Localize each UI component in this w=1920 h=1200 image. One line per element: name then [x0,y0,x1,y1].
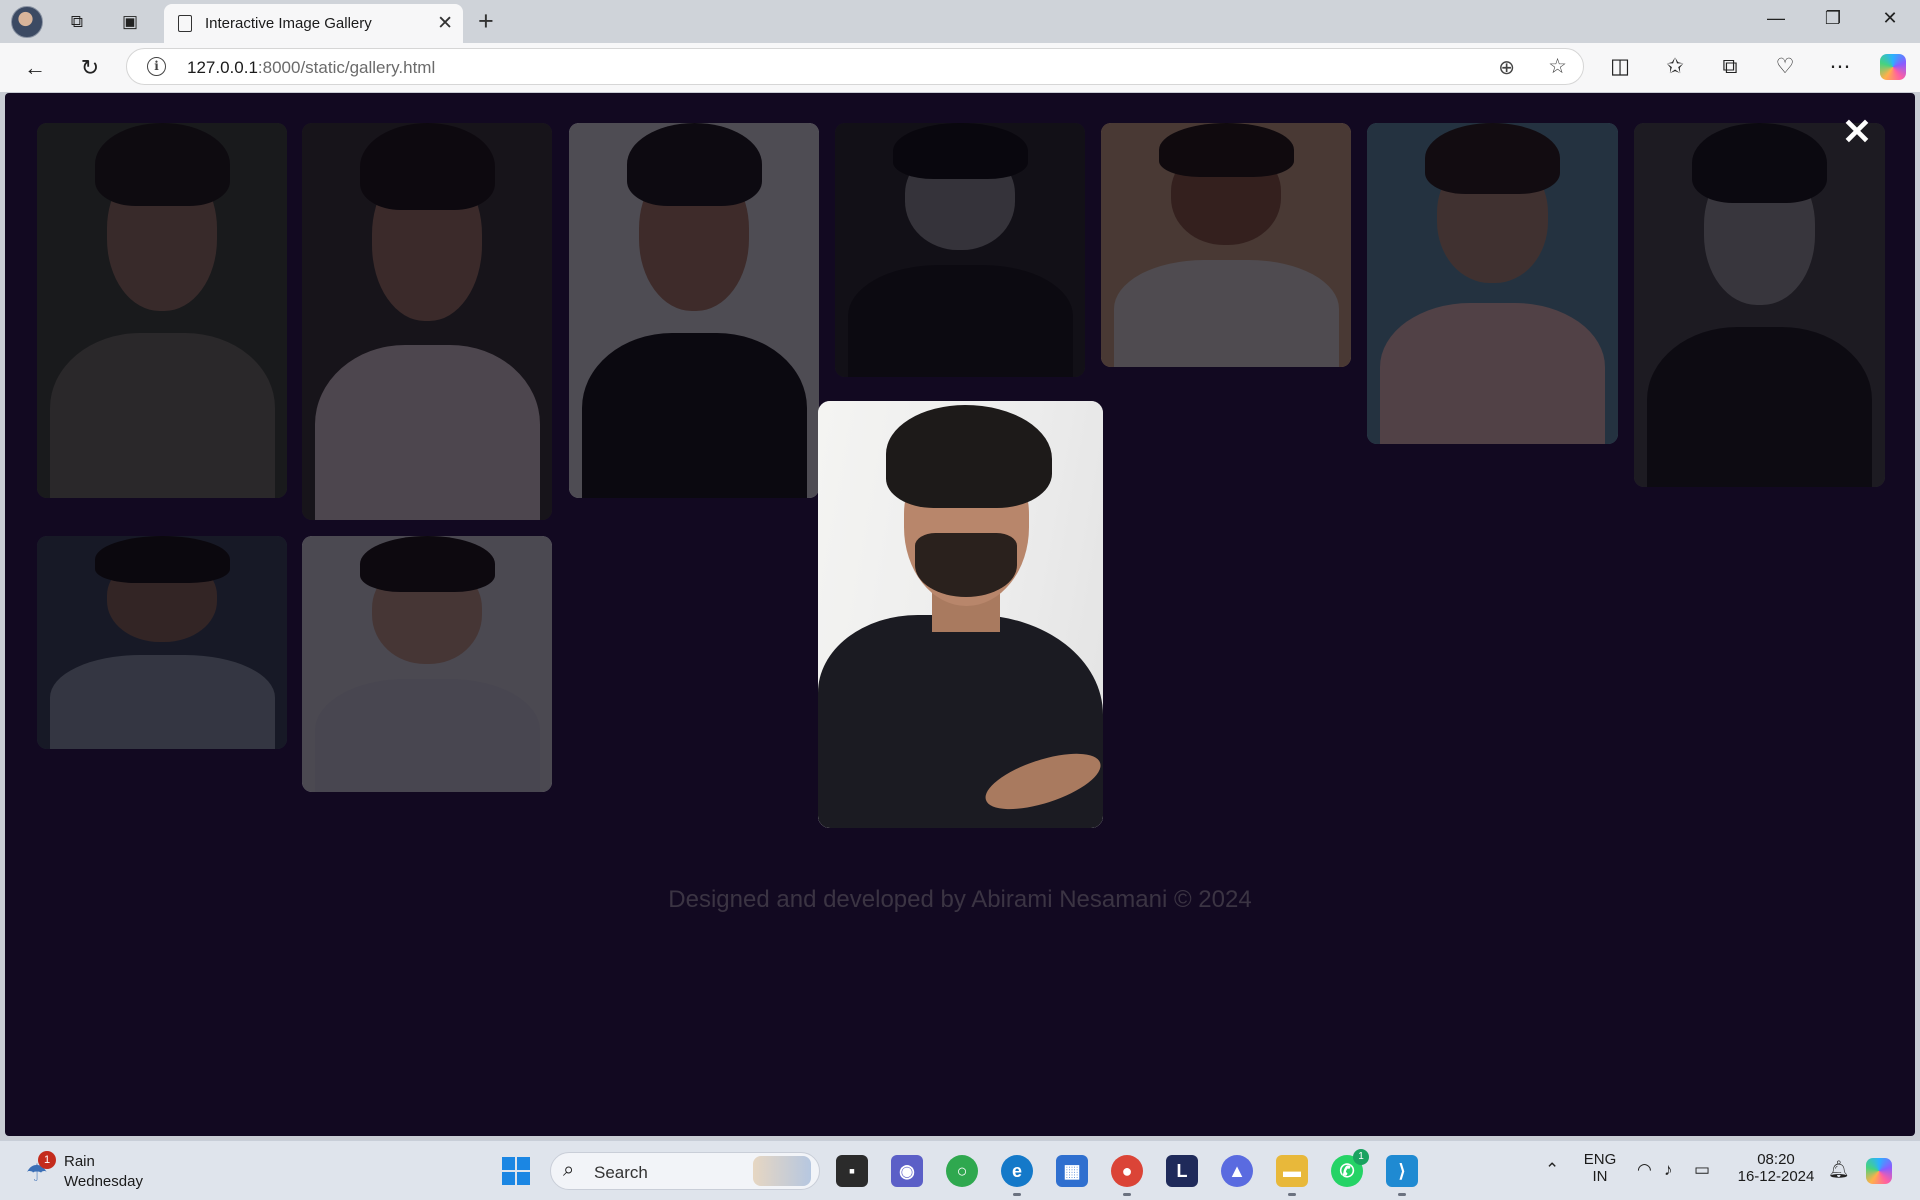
favorite-star-icon[interactable]: ☆ [1548,54,1567,79]
restore-button[interactable]: ❐ [1813,8,1853,29]
weather-condition: Rain [64,1153,95,1170]
search-label: Search [594,1163,648,1182]
back-icon[interactable]: ← [22,55,48,81]
app-green-circle-icon[interactable]: ○ [946,1155,978,1187]
gallery-image-3[interactable] [569,123,819,498]
taskbar-search[interactable]: ⌕ Search [550,1152,820,1190]
profile-avatar[interactable] [11,6,43,38]
workspaces-icon[interactable]: ⧉ [66,11,88,33]
teams-icon[interactable]: ◉ [891,1155,923,1187]
task-view-icon[interactable]: ▪ [836,1155,868,1187]
site-info-icon[interactable]: i [147,57,166,76]
gallery-image-2[interactable] [302,123,552,520]
tab-title: Interactive Image Gallery [205,15,372,32]
store-icon[interactable]: ▦ [1056,1155,1088,1187]
lightbox-close-button[interactable]: ✕ [1840,114,1874,150]
zoom-icon[interactable]: ⊕ [1498,55,1515,80]
refresh-icon[interactable]: ↻ [77,55,103,81]
whatsapp-icon[interactable]: ✆ 1 [1331,1149,1369,1187]
url-text[interactable]: 127.0.0.1:8000/static/gallery.html [187,58,435,78]
browser-toolbar: ← ↻ i 127.0.0.1:8000/static/gallery.html… [0,43,1920,92]
gallery-image-4[interactable] [835,123,1085,377]
copilot-icon[interactable] [1880,54,1906,80]
collections-icon[interactable]: ⧉ [1716,54,1744,80]
favorites-icon[interactable]: ✩ [1661,54,1689,80]
edge-icon[interactable]: e [1001,1155,1033,1196]
wifi-icon[interactable]: ◠ [1637,1160,1652,1180]
tab-gallery[interactable]: Interactive Image Gallery ✕ [164,4,463,43]
weather-badge: 1 [38,1151,56,1169]
gallery-image-5[interactable] [1101,123,1351,367]
gallery-image-7[interactable] [1634,123,1885,487]
app-l-icon[interactable]: L [1166,1155,1198,1187]
browser-tab-bar: ⧉ ▣ Interactive Image Gallery ✕ + — ❐ ✕ [0,0,1920,43]
battery-icon[interactable]: ▭ [1694,1160,1710,1180]
weather-day: Wednesday [64,1173,143,1190]
volume-icon[interactable]: ♪ [1664,1160,1673,1180]
minimize-button[interactable]: — [1756,8,1796,29]
start-button[interactable] [502,1157,530,1185]
new-tab-button[interactable]: + [478,6,494,37]
lightbox-image [818,401,1103,828]
app-triangle-icon[interactable]: ▲ [1221,1155,1253,1187]
browser-essentials-icon[interactable]: ♡ [1771,54,1799,80]
search-highlight-image [753,1156,811,1186]
address-bar[interactable]: i 127.0.0.1:8000/static/gallery.html ⊕ ☆ [126,48,1584,85]
close-tab-icon[interactable]: ✕ [437,12,453,35]
tab-actions-icon[interactable]: ▣ [119,11,141,33]
gallery-image-8[interactable] [37,536,287,749]
page-viewport: ✕ Designed and developed by Abirami Nesa… [5,93,1915,1136]
vscode-icon[interactable]: ⟩ [1386,1155,1418,1196]
show-hidden-icons-icon[interactable]: ⌃ [1545,1160,1559,1180]
footer-credit: Designed and developed by Abirami Nesama… [668,886,1252,913]
clock[interactable]: 08:20 16-12-2024 [1736,1151,1816,1185]
file-explorer-icon[interactable]: ▬ [1276,1155,1308,1196]
taskbar: ☂ 1 Rain Wednesday ⌕ Search ▪ ◉ ○ e ▦ ● … [0,1140,1920,1200]
gallery-image-1[interactable] [37,123,287,498]
close-window-button[interactable]: ✕ [1870,8,1910,29]
search-icon: ⌕ [563,1159,575,1181]
clock-time: 08:20 [1757,1151,1795,1168]
more-options-icon[interactable]: ⋯ [1826,54,1854,80]
split-screen-icon[interactable]: ◫ [1606,54,1634,80]
gallery-image-6[interactable] [1367,123,1618,444]
page-icon [178,15,192,32]
chrome-icon[interactable]: ● [1111,1155,1143,1196]
clock-date: 16-12-2024 [1737,1168,1815,1185]
notification-bell-icon[interactable]: 🔔︎ [1828,1160,1850,1180]
weather-widget[interactable]: ☂ 1 Rain Wednesday [24,1151,204,1193]
gallery-image-9[interactable] [302,536,552,792]
copilot-taskbar-icon[interactable] [1866,1158,1892,1184]
language-indicator[interactable]: ENG IN [1582,1151,1618,1185]
